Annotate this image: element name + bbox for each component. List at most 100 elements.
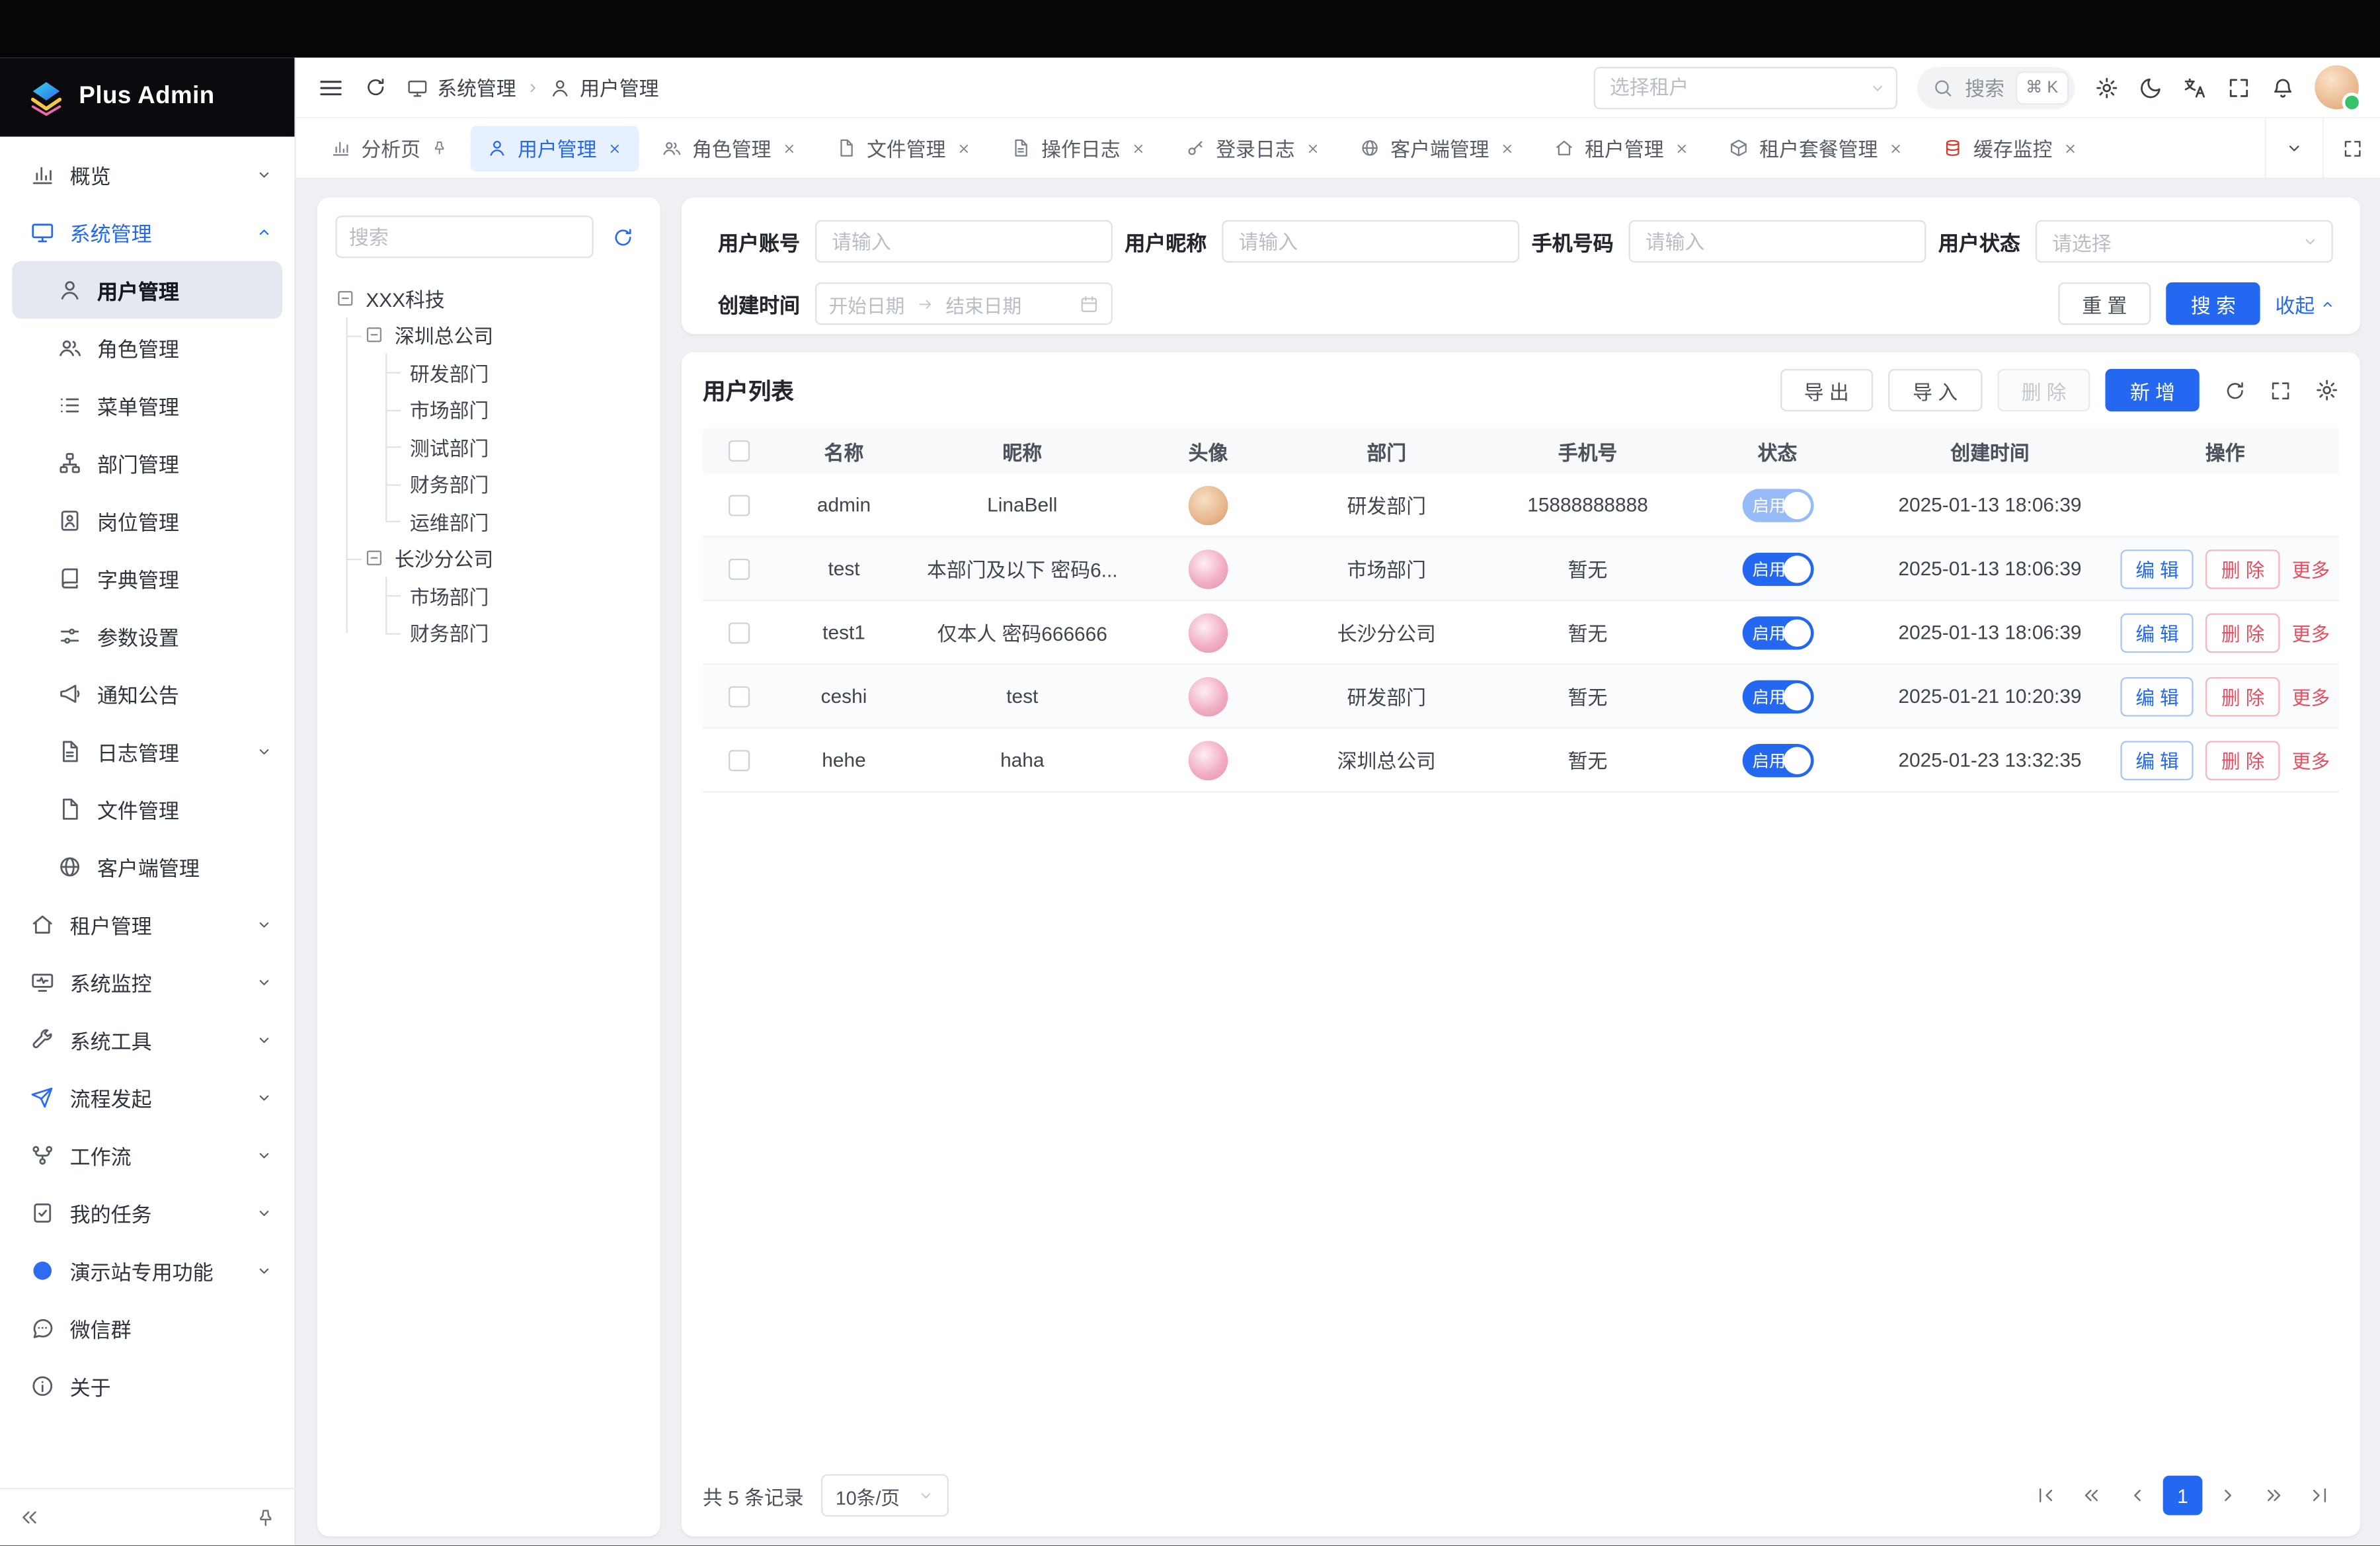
- search-button[interactable]: 搜 索: [2166, 282, 2260, 325]
- reset-button[interactable]: 重 置: [2058, 282, 2151, 325]
- tab-op-log[interactable]: 操作日志: [994, 125, 1163, 171]
- tree-leaf-dept[interactable]: 市场部门: [404, 391, 642, 428]
- tab-file-mgmt[interactable]: 文件管理: [820, 125, 988, 171]
- tab-tenant-package-mgmt[interactable]: 租户套餐管理: [1712, 125, 1921, 171]
- bell-icon[interactable]: [2271, 75, 2295, 100]
- last-page-button[interactable]: [2299, 1476, 2339, 1516]
- tenant-select-input[interactable]: [1593, 66, 1897, 108]
- close-icon[interactable]: [957, 140, 972, 155]
- sidebar-item-param-settings[interactable]: 参数设置: [0, 607, 294, 665]
- delete-row-button[interactable]: 删 除: [2206, 740, 2280, 780]
- sidebar-item-system[interactable]: 系统管理: [0, 204, 294, 261]
- close-icon[interactable]: [1500, 140, 1515, 155]
- sidebar-item-post-mgmt[interactable]: 岗位管理: [0, 492, 294, 549]
- delete-row-button[interactable]: 删 除: [2206, 612, 2280, 652]
- content-fullscreen-button[interactable]: [2322, 118, 2380, 178]
- sidebar-item-client-mgmt[interactable]: 客户端管理: [0, 838, 294, 895]
- row-checkbox[interactable]: [729, 558, 750, 579]
- sidebar-item-tenant-mgmt[interactable]: 租户管理: [0, 896, 294, 954]
- status-select[interactable]: 请选择: [2036, 220, 2333, 263]
- row-checkbox[interactable]: [729, 494, 750, 515]
- tab-role-mgmt[interactable]: 角色管理: [645, 125, 814, 171]
- hamburger-menu-icon[interactable]: [317, 73, 344, 101]
- collapse-sidebar-icon[interactable]: [19, 1506, 41, 1529]
- tree-node-root[interactable]: XXX科技: [335, 279, 642, 316]
- refresh-page-icon[interactable]: [364, 76, 387, 99]
- sidebar-item-menu-mgmt[interactable]: 菜单管理: [0, 376, 294, 434]
- sidebar-item-demo-features[interactable]: 演示站专用功能: [0, 1242, 294, 1299]
- tree-leaf-dept[interactable]: 财务部门: [404, 466, 642, 503]
- tab-list-dropdown-button[interactable]: [2265, 118, 2322, 178]
- sidebar-item-process-start[interactable]: 流程发起: [0, 1069, 294, 1126]
- tab-user-mgmt[interactable]: 用户管理: [471, 125, 639, 171]
- prev-page-button[interactable]: [2118, 1476, 2157, 1516]
- moon-icon[interactable]: [2139, 75, 2163, 100]
- current-page[interactable]: 1: [2163, 1476, 2203, 1516]
- sidebar-item-overview[interactable]: 概览: [0, 145, 294, 203]
- sidebar-item-workflow[interactable]: 工作流: [0, 1127, 294, 1184]
- sidebar-item-monitoring[interactable]: 系统监控: [0, 954, 294, 1011]
- edit-button[interactable]: 编 辑: [2120, 612, 2194, 652]
- breadcrumb-system[interactable]: 系统管理: [437, 73, 516, 102]
- tab-cache-monitor[interactable]: 缓存监控: [1926, 125, 2095, 171]
- tree-node-company[interactable]: 深圳总公司: [364, 317, 642, 354]
- phone-input[interactable]: [1629, 220, 1926, 263]
- column-settings-gear-icon[interactable]: [2315, 378, 2339, 403]
- table-fullscreen-icon[interactable]: [2269, 379, 2291, 401]
- edit-button[interactable]: 编 辑: [2120, 740, 2194, 780]
- collapse-node-icon[interactable]: [364, 548, 384, 568]
- first-page-button[interactable]: [2026, 1476, 2066, 1516]
- collapse-node-icon[interactable]: [364, 325, 384, 345]
- sidebar-item-tools[interactable]: 系统工具: [0, 1011, 294, 1069]
- date-range-picker[interactable]: 开始日期 结束日期: [815, 282, 1113, 325]
- next-5-pages-button[interactable]: [2254, 1476, 2293, 1516]
- user-avatar[interactable]: [2315, 65, 2359, 110]
- prev-5-pages-button[interactable]: [2072, 1476, 2112, 1516]
- collapse-filters-button[interactable]: 收起: [2276, 289, 2336, 318]
- more-button[interactable]: 更多: [2292, 745, 2330, 774]
- close-icon[interactable]: [782, 140, 797, 155]
- more-button[interactable]: 更多: [2292, 554, 2330, 583]
- tab-analysis[interactable]: 分析页: [314, 125, 464, 171]
- tree-refresh-button[interactable]: [602, 217, 642, 257]
- tree-leaf-dept[interactable]: 市场部门: [404, 577, 642, 614]
- tree-leaf-dept[interactable]: 运维部门: [404, 503, 642, 540]
- more-button[interactable]: 更多: [2292, 682, 2330, 711]
- tree-leaf-dept[interactable]: 研发部门: [404, 354, 642, 391]
- sidebar-item-wechat-group[interactable]: 微信群: [0, 1299, 294, 1357]
- status-toggle[interactable]: 启用: [1742, 616, 1813, 649]
- tab-login-log[interactable]: 登录日志: [1169, 125, 1337, 171]
- next-page-button[interactable]: [2209, 1476, 2248, 1516]
- language-icon[interactable]: [2183, 75, 2207, 100]
- close-icon[interactable]: [2063, 140, 2079, 155]
- close-icon[interactable]: [1675, 140, 1690, 155]
- row-checkbox[interactable]: [729, 686, 750, 707]
- sidebar-item-role-mgmt[interactable]: 角色管理: [0, 319, 294, 376]
- tab-client-mgmt[interactable]: 客户端管理: [1343, 125, 1532, 171]
- sidebar-item-about[interactable]: 关于: [0, 1358, 294, 1415]
- sidebar-item-notice[interactable]: 通知公告: [0, 665, 294, 723]
- status-toggle[interactable]: 启用: [1742, 488, 1813, 522]
- page-size-select[interactable]: 10条/页: [822, 1474, 949, 1516]
- tree-leaf-dept[interactable]: 财务部门: [404, 614, 642, 651]
- sidebar-item-dept-mgmt[interactable]: 部门管理: [0, 434, 294, 492]
- global-search[interactable]: 搜索 ⌘ K: [1917, 66, 2075, 108]
- status-toggle[interactable]: 启用: [1742, 679, 1813, 713]
- account-input[interactable]: [815, 220, 1113, 263]
- gear-icon[interactable]: [2094, 75, 2119, 100]
- edit-button[interactable]: 编 辑: [2120, 549, 2194, 589]
- collapse-node-icon[interactable]: [335, 288, 355, 308]
- import-button[interactable]: 导 入: [1888, 369, 1981, 411]
- sidebar-item-user-mgmt[interactable]: 用户管理: [12, 261, 282, 319]
- close-icon[interactable]: [607, 140, 622, 155]
- sidebar-item-my-tasks[interactable]: 我的任务: [0, 1184, 294, 1242]
- tree-leaf-dept[interactable]: 测试部门: [404, 428, 642, 465]
- pin-sidebar-icon[interactable]: [255, 1507, 276, 1528]
- delete-button[interactable]: 删 除: [1997, 369, 2090, 411]
- tree-search-input[interactable]: [335, 216, 593, 258]
- tab-tenant-mgmt[interactable]: 租户管理: [1538, 125, 1706, 171]
- fullscreen-icon[interactable]: [2227, 75, 2251, 100]
- delete-row-button[interactable]: 删 除: [2206, 549, 2280, 589]
- close-icon[interactable]: [1888, 140, 1903, 155]
- edit-button[interactable]: 编 辑: [2120, 676, 2194, 716]
